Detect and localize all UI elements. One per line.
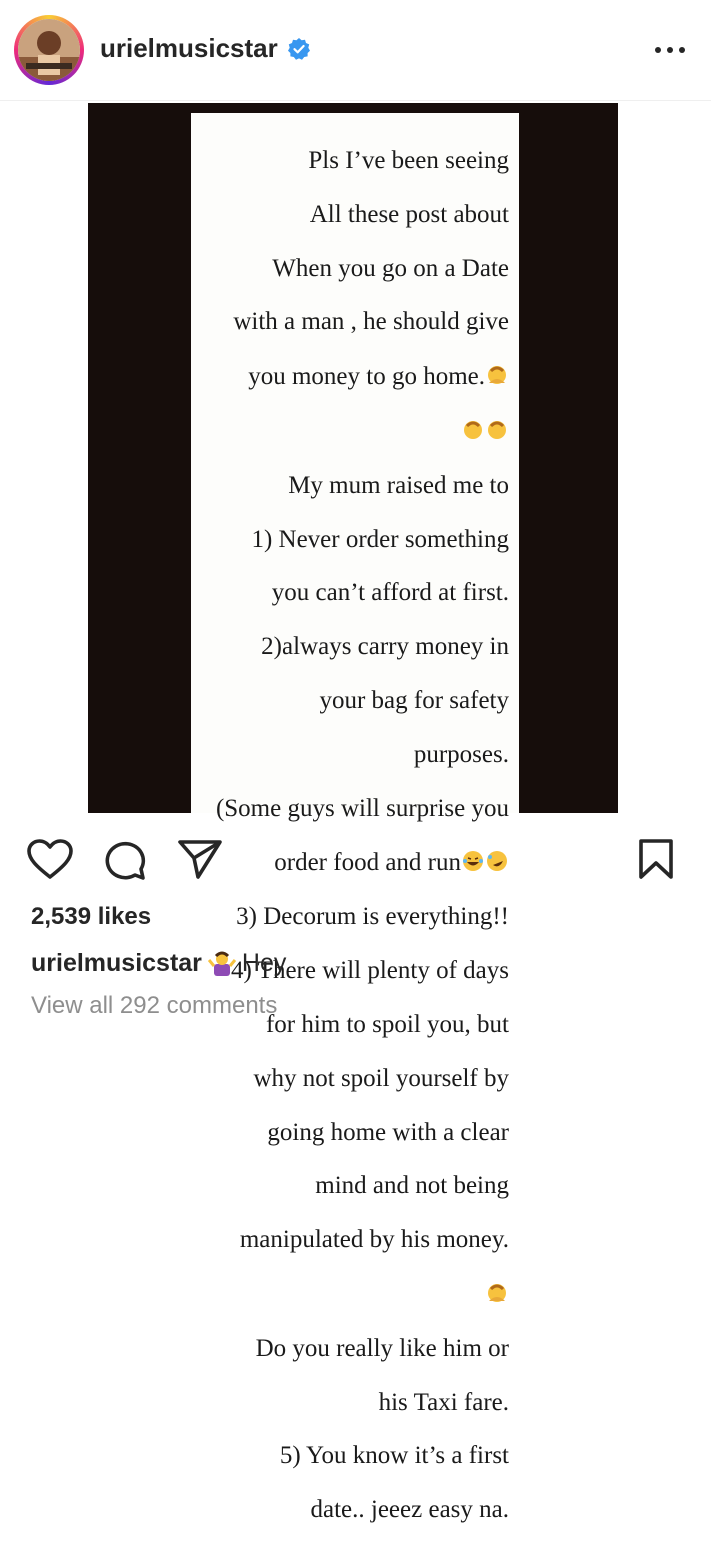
avatar[interactable] xyxy=(18,19,80,81)
caption: urielmusicstar Hey xyxy=(31,948,286,978)
note-line: mind and not being xyxy=(315,1172,509,1200)
likes-count[interactable]: 2,539 likes xyxy=(31,903,151,931)
note-line: why not spoil yourself by xyxy=(253,1064,509,1092)
heart-icon[interactable] xyxy=(26,838,74,880)
notes-screenshot: Pls I’ve been seeing All these post abou… xyxy=(191,113,519,1523)
view-comments-link[interactable]: View all 292 comments xyxy=(31,992,277,1020)
bookmark-icon[interactable] xyxy=(636,838,676,880)
note-line: his Taxi fare. xyxy=(378,1388,509,1416)
note-line: 2)always carry money in xyxy=(261,633,509,661)
laughing-tears-emoji-icon xyxy=(463,851,483,872)
note-line: you money to go home. xyxy=(248,363,485,391)
share-icon[interactable] xyxy=(176,838,224,880)
avatar-story-ring[interactable] xyxy=(14,15,84,85)
note-line: When you go on a Date xyxy=(272,254,509,282)
note-line: purposes. xyxy=(413,740,509,768)
facepalm-emoji-icon xyxy=(464,420,482,439)
note-line: with a man , he should give xyxy=(233,308,509,336)
note-line: All these post about xyxy=(309,200,509,228)
note-line: 1) Never order something xyxy=(251,525,509,553)
caption-text: Hey xyxy=(241,949,287,977)
note-emoji-line xyxy=(179,1281,509,1309)
note-line: order food and run xyxy=(274,849,461,877)
caption-username[interactable]: urielmusicstar xyxy=(31,949,202,977)
note-line: Pls I’ve been seeing xyxy=(308,146,509,174)
more-options-icon[interactable] xyxy=(650,36,690,64)
username[interactable]: urielmusicstar xyxy=(100,33,278,64)
note-emoji-line xyxy=(179,418,509,446)
note-line: (Some guys will surprise you xyxy=(215,794,509,822)
facepalm-emoji-icon xyxy=(488,1283,506,1302)
note-line: date.. jeeez easy na. xyxy=(310,1496,510,1524)
note-line-with-emoji: you money to go home. xyxy=(179,363,509,391)
note-line: Do you really like him or xyxy=(255,1334,509,1362)
shrug-emoji-icon xyxy=(207,951,236,976)
note-line: 5) You know it’s a first xyxy=(279,1442,509,1470)
note-line: My mum raised me to xyxy=(288,471,509,499)
note-text: Pls I’ve been seeing All these post abou… xyxy=(179,121,509,1551)
note-line: your bag for safety xyxy=(319,687,509,715)
note-line-with-emoji: order food and run xyxy=(179,849,509,877)
post-image[interactable]: Pls I’ve been seeing All these post abou… xyxy=(88,103,618,1523)
note-line: going home with a clear xyxy=(267,1118,509,1146)
facepalm-emoji-icon xyxy=(488,420,506,439)
rofl-emoji-icon xyxy=(487,851,507,872)
facepalm-emoji-icon xyxy=(488,366,506,385)
note-line: you can’t afford at first. xyxy=(271,579,509,607)
note-line: 3) Decorum is everything!! xyxy=(236,903,509,931)
note-line: manipulated by his money. xyxy=(239,1226,509,1254)
comment-icon[interactable] xyxy=(104,838,148,880)
post-header: urielmusicstar xyxy=(0,0,711,101)
verified-badge-icon xyxy=(288,38,310,60)
